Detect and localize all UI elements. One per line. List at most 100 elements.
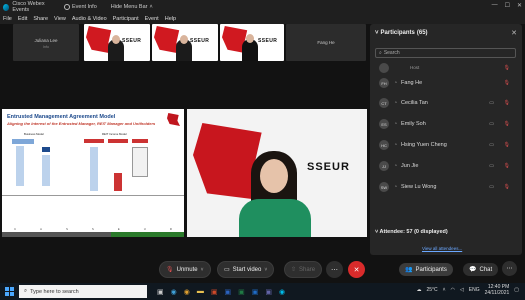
temperature: 25°C xyxy=(426,287,438,293)
powerpoint-icon[interactable]: ▣ xyxy=(211,288,218,296)
word-icon[interactable]: ▣ xyxy=(224,288,231,296)
participant-row[interactable]: Host 🎙 xyxy=(375,61,516,75)
task-view-icon[interactable]: ▣ xyxy=(157,288,164,296)
more-options-button[interactable]: ⋯ xyxy=(326,261,343,278)
participant-row[interactable]: SW ◔ Siew Lu Wong ▭ 🎙 xyxy=(375,180,516,194)
notifications-icon[interactable]: ▢ xyxy=(514,287,519,293)
participant-name: Cecilia Tan xyxy=(401,100,428,106)
participant-tile[interactable]: Fang He xyxy=(286,24,366,61)
leave-meeting-button[interactable]: ✕ xyxy=(348,261,365,278)
menu-audio-video[interactable]: Audio & Video xyxy=(72,16,107,22)
volume-icon[interactable]: ◁ xyxy=(460,287,464,293)
menu-file[interactable]: File xyxy=(3,16,12,22)
participant-video-tile[interactable]: SSEUR xyxy=(84,24,150,61)
taskbar-search-placeholder: Type here to search xyxy=(30,288,79,295)
chat-toggle-button[interactable]: 💬 Chat xyxy=(463,263,499,276)
unmute-label: Unmute xyxy=(176,266,198,273)
taskbar-search-input[interactable]: ⌕ Type here to search xyxy=(19,285,147,298)
tray-chevron-icon[interactable]: ˄ xyxy=(443,287,446,293)
audio-icon: ◔ xyxy=(394,163,398,169)
participant-video-tile[interactable]: SSEUR xyxy=(220,24,284,61)
video-icon: ▭ xyxy=(489,163,494,169)
search-icon: ⌕ xyxy=(24,288,28,294)
close-window-button[interactable]: ✕ xyxy=(517,2,522,9)
outlook-icon[interactable]: ▣ xyxy=(252,288,259,296)
participant-search-input[interactable]: ⌕ Search xyxy=(375,48,516,58)
participants-label: Participants xyxy=(415,266,447,273)
audio-icon: ◔ xyxy=(394,100,398,106)
menu-help[interactable]: Help xyxy=(165,16,176,22)
diagram-bar xyxy=(114,173,122,191)
participants-toggle-button[interactable]: 👥 Participants xyxy=(399,263,453,276)
close-panel-button[interactable]: ✕ xyxy=(511,29,517,37)
windows-start-icon[interactable] xyxy=(5,287,14,296)
edge-icon[interactable]: ◉ xyxy=(171,288,177,296)
video-icon: ▭ xyxy=(489,184,494,190)
meeting-controls: 🎙 Unmute ˅ ▭ Start video ˅ ⇧ Share ⋯ ✕ 👥… xyxy=(0,255,525,283)
title-bar: Cisco Webex Events Event Info Hide Menu … xyxy=(0,0,525,14)
menu-event[interactable]: Event xyxy=(145,16,159,22)
menu-edit[interactable]: Edit xyxy=(18,16,27,22)
mic-muted-icon: 🎙 xyxy=(166,267,174,273)
language-indicator[interactable]: ENG xyxy=(469,287,480,293)
chrome-icon[interactable]: ◉ xyxy=(184,288,190,296)
tile-brand-text: SSEUR xyxy=(122,38,142,44)
participant-name: Siew Lu Wong xyxy=(401,184,437,190)
wifi-icon[interactable]: ◠ xyxy=(451,287,455,293)
teams-icon[interactable]: ▣ xyxy=(265,288,272,296)
maximize-button[interactable]: ☐ xyxy=(505,2,510,9)
folder-icon[interactable]: ▬ xyxy=(197,288,204,296)
participant-row[interactable]: FH ◔ Fang He 🎙 xyxy=(375,76,516,90)
menu-share[interactable]: Share xyxy=(33,16,48,22)
audio-icon: ◔ xyxy=(394,80,398,86)
excel-icon[interactable]: ▣ xyxy=(238,288,245,296)
view-all-attendees-link[interactable]: View all attendees... xyxy=(422,246,462,251)
hide-menu-bar-button[interactable]: Hide Menu Bar ˄ xyxy=(111,4,153,10)
active-speaker-video[interactable]: SSEUR xyxy=(187,109,367,237)
video-off-icon: ▭ xyxy=(224,267,230,273)
participant-row[interactable]: ES ◔ Emily Soh ▭ 🎙 xyxy=(375,117,516,131)
more-panels-button[interactable]: ⋯ xyxy=(502,261,517,276)
webex-icon[interactable]: ◉ xyxy=(279,288,285,296)
speaker-face xyxy=(260,159,288,193)
participant-row[interactable]: JJ ◔ Jun Jie ▭ 🎙 xyxy=(375,159,516,173)
diagram-bar xyxy=(90,147,98,191)
event-info-button[interactable]: Event Info xyxy=(64,4,97,10)
avatar: SW xyxy=(379,182,389,192)
avatar: ES xyxy=(379,119,389,129)
diagram-box xyxy=(108,139,128,143)
chevron-down-icon: ˅ xyxy=(375,30,379,36)
share-button[interactable]: ⇧ Share xyxy=(284,261,323,278)
unmute-button[interactable]: 🎙 Unmute ˅ xyxy=(159,261,211,278)
filmstrip: Juliana Lee Info SSEUR SSEUR SSEUR Fang … xyxy=(0,24,368,63)
mic-muted-icon: 🎙 xyxy=(503,121,510,127)
participant-tile[interactable]: Juliana Lee Info xyxy=(13,24,79,61)
person-face xyxy=(112,35,120,44)
chat-icon: 💬 xyxy=(469,267,477,273)
minimize-button[interactable]: — xyxy=(492,2,498,9)
slide-letter: S xyxy=(65,227,68,231)
avatar xyxy=(379,63,389,73)
clock[interactable]: 12:40 PM 24/11/2021 xyxy=(485,284,510,296)
panel-title: Participants xyxy=(380,30,415,36)
mic-muted-icon: 🎙 xyxy=(503,142,510,148)
panel-header[interactable]: ˅ Participants (65) xyxy=(375,30,428,36)
attendee-section-header[interactable]: ˅ Attendee: 57 (0 displayed) xyxy=(375,229,448,235)
menu-view[interactable]: View xyxy=(54,16,66,22)
attendee-count: Attendee: 57 (0 displayed) xyxy=(379,229,448,235)
slide-subtitle: Aligning the Interest of the Entrusted M… xyxy=(7,121,156,126)
slide-logo-icon xyxy=(167,113,180,126)
start-video-label: Start video xyxy=(232,266,262,273)
chevron-down-icon: ˅ xyxy=(200,266,204,273)
video-icon: ▭ xyxy=(489,142,494,148)
avatar: HC xyxy=(379,140,389,150)
slide-letter-strip: C A S S E U R xyxy=(2,227,184,231)
menu-participant[interactable]: Participant xyxy=(113,16,139,22)
weather-icon[interactable]: ☁ xyxy=(416,287,421,293)
diagram-box xyxy=(12,139,34,144)
participant-row[interactable]: CT ◔ Cecilia Tan ▭ 🎙 xyxy=(375,96,516,110)
panel-count: (65) xyxy=(416,30,428,36)
participant-video-tile[interactable]: SSEUR xyxy=(152,24,218,61)
start-video-button[interactable]: ▭ Start video ˅ xyxy=(217,261,275,278)
participant-row[interactable]: HC ◔ Hsing Yuen Cheng ▭ 🎙 xyxy=(375,138,516,152)
